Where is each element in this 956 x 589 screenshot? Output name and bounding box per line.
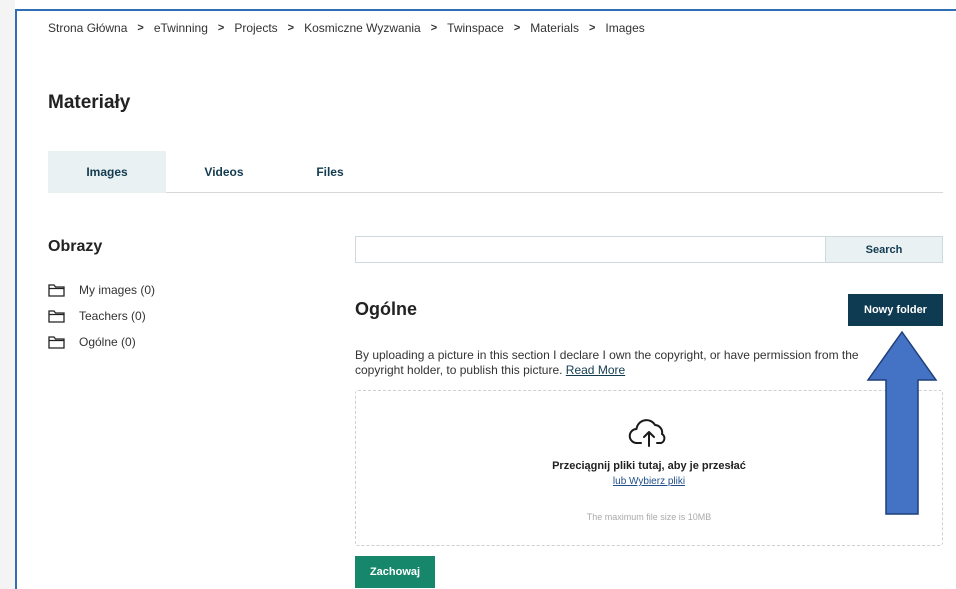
breadcrumb-current: Images — [605, 21, 645, 35]
folder-ogolne[interactable]: Ogólne (0) — [48, 332, 155, 352]
search-button[interactable]: Search — [825, 236, 943, 263]
dropzone-title: Przeciągnij pliki tutaj, aby je przesłać — [552, 460, 746, 472]
copyright-notice: By uploading a picture in this section I… — [355, 348, 900, 378]
page-title: Materiały — [48, 92, 131, 113]
tab-files[interactable]: Files — [282, 151, 378, 193]
chevron-right-icon: > — [430, 22, 438, 34]
folder-icon — [48, 309, 65, 323]
search-input[interactable] — [355, 236, 825, 263]
breadcrumb-etwinning[interactable]: eTwinning — [154, 21, 208, 35]
chevron-right-icon: > — [513, 22, 521, 34]
cloud-upload-icon — [628, 419, 666, 447]
tab-bar: Images Videos Files — [48, 151, 943, 193]
folder-label: Teachers (0) — [79, 309, 146, 323]
new-folder-button[interactable]: Nowy folder — [848, 294, 943, 326]
folder-label: Ogólne (0) — [79, 335, 136, 349]
folder-teachers[interactable]: Teachers (0) — [48, 306, 155, 326]
tab-images[interactable]: Images — [48, 151, 166, 193]
choose-files-link[interactable]: lub Wybierz pliki — [356, 476, 942, 487]
folder-my-images[interactable]: My images (0) — [48, 280, 155, 300]
tab-videos[interactable]: Videos — [166, 151, 282, 193]
max-file-size: The maximum file size is 10MB — [586, 512, 712, 522]
breadcrumb-home[interactable]: Strona Główna — [48, 21, 127, 35]
save-button[interactable]: Zachowaj — [355, 556, 435, 588]
folder-icon — [48, 283, 65, 297]
left-edge — [0, 0, 15, 589]
chevron-right-icon: > — [137, 22, 144, 34]
breadcrumb-project[interactable]: Kosmiczne Wyzwania — [304, 21, 421, 35]
section-title: Ogólne — [355, 299, 417, 319]
upload-dropzone[interactable]: Przeciągnij pliki tutaj, aby je przesłać… — [355, 390, 943, 546]
read-more-link[interactable]: Read More — [566, 363, 625, 377]
breadcrumb: Strona Główna > eTwinning > Projects > K… — [48, 21, 645, 35]
chevron-right-icon: > — [217, 22, 225, 34]
breadcrumb-materials[interactable]: Materials — [530, 21, 579, 35]
chevron-right-icon: > — [287, 22, 295, 34]
chevron-right-icon: > — [588, 22, 596, 34]
folder-label: My images (0) — [79, 283, 156, 297]
breadcrumb-twinspace[interactable]: Twinspace — [447, 21, 504, 35]
annotation-arrow-icon — [866, 330, 938, 515]
sidebar-title: Obrazy — [48, 238, 103, 255]
breadcrumb-projects[interactable]: Projects — [234, 21, 277, 35]
search-bar: Search — [355, 236, 943, 263]
folder-list: My images (0) Teachers (0) Ogólne (0) — [48, 280, 155, 358]
folder-icon — [48, 335, 65, 349]
